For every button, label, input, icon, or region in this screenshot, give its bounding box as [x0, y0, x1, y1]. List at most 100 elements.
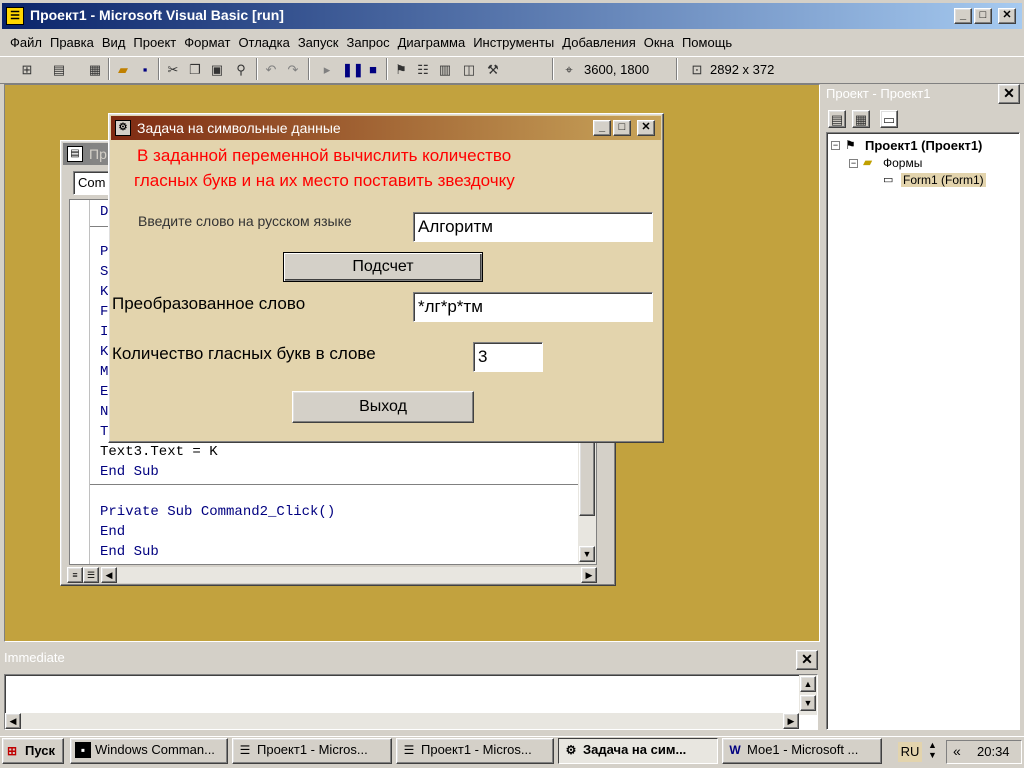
immediate-input[interactable]: ▲ ▼ ◀ ▶ [4, 674, 818, 730]
task-description-line2: гласных букв и на их место поставить зве… [134, 171, 515, 190]
form-minimize-button[interactable]: _ [593, 120, 611, 136]
command-prompt-icon: ▪ [75, 742, 91, 758]
add-project-icon[interactable]: ⊞ [18, 61, 36, 79]
full-module-view-button[interactable]: ☰ [83, 567, 99, 583]
menu-tools[interactable]: Инструменты [469, 33, 558, 53]
scroll-left-arrow[interactable]: ◀ [101, 567, 117, 583]
tree-forms-folder[interactable]: Формы [883, 156, 922, 170]
menu-file[interactable]: Файл [6, 33, 46, 53]
word-input[interactable]: Алгоритм [413, 212, 653, 242]
menu-view[interactable]: Вид [98, 33, 130, 53]
expand-icon[interactable]: − [831, 141, 840, 150]
vowels-count-field[interactable]: 3 [473, 342, 543, 372]
taskbar-item[interactable]: ☰ Проект1 - Micros... [232, 738, 392, 764]
project-explorer-title-bar[interactable]: Проект - Проект1 ✕ [824, 84, 1020, 106]
properties-icon[interactable]: ☷ [414, 61, 432, 79]
immediate-close-button[interactable]: ✕ [796, 650, 818, 670]
code-divider [90, 484, 596, 485]
form-layout-icon[interactable]: ▥ [436, 61, 454, 79]
cut-icon[interactable]: ✂ [164, 61, 182, 79]
scroll-thumb[interactable] [579, 440, 595, 516]
view-code-icon[interactable]: ▤ [828, 110, 846, 128]
scroll-down-arrow[interactable]: ▼ [579, 546, 595, 562]
language-indicator[interactable]: RU [898, 742, 922, 762]
exit-button[interactable]: Выход [292, 391, 474, 423]
menu-help[interactable]: Помощь [678, 33, 736, 53]
menu-debug[interactable]: Отладка [234, 33, 293, 53]
taskbar-item[interactable]: ▪ Windows Comman... [70, 738, 228, 764]
form-title: Задача на символьные данные [137, 120, 341, 136]
find-icon[interactable]: ⚲ [232, 61, 250, 79]
tree-form1-item[interactable]: Form1 (Form1) [901, 173, 986, 187]
language-dropdown-icon[interactable]: ▲ ▼ [928, 740, 937, 760]
word-icon: W [729, 743, 741, 757]
paste-icon[interactable]: ▣ [208, 61, 226, 79]
scroll-down-arrow[interactable]: ▼ [800, 695, 816, 711]
copy-icon[interactable]: ❐ [186, 61, 204, 79]
tree-project-root[interactable]: Проект1 (Проект1) [865, 138, 982, 153]
result-field-value: *лг*р*тм [418, 297, 483, 316]
form-maximize-button[interactable]: □ [613, 120, 631, 136]
taskbar-item-active[interactable]: ⚙ Задача на сим... [558, 738, 718, 764]
menu-edit[interactable]: Правка [46, 33, 98, 53]
size-readout: 2892 x 372 [710, 62, 775, 77]
start-button[interactable]: ⊞ Пуск [2, 738, 64, 764]
vb-project-icon: ☰ [239, 743, 251, 757]
menu-diagram[interactable]: Диаграмма [394, 33, 470, 53]
scroll-right-arrow[interactable]: ▶ [783, 713, 799, 729]
redo-icon[interactable]: ↷ [284, 61, 302, 79]
menu-project[interactable]: Проект [129, 33, 180, 53]
project-tree[interactable]: − ⚑ Проект1 (Проект1) − ▰ Формы ▭ Form1 … [826, 132, 1020, 730]
main-title-bar[interactable]: ☰ Проект1 - Microsoft Visual Basic [run]… [2, 3, 1022, 29]
object-combo-value: Com [78, 175, 106, 190]
open-icon[interactable]: ▰ [114, 61, 132, 79]
object-browser-icon[interactable]: ◫ [460, 61, 478, 79]
code-line: End [100, 524, 126, 540]
position-readout: 3600, 1800 [584, 62, 650, 77]
toggle-folders-icon[interactable]: ▭ [880, 110, 898, 128]
maximize-button[interactable]: □ [974, 8, 992, 24]
immediate-vertical-scrollbar[interactable]: ▲ ▼ [799, 675, 817, 715]
menu-format[interactable]: Формат [180, 33, 234, 53]
project-explorer-icon[interactable]: ⚑ [392, 61, 410, 79]
add-form-icon[interactable]: ▤ [50, 61, 68, 79]
toolbox-icon[interactable]: ⚒ [484, 61, 502, 79]
stop-icon[interactable]: ■ [364, 61, 382, 79]
scroll-right-arrow[interactable]: ▶ [581, 567, 597, 583]
project-explorer-close-button[interactable]: ✕ [998, 84, 1020, 104]
pause-icon[interactable]: ❚❚ [342, 61, 364, 79]
view-object-icon[interactable]: ▦ [852, 110, 870, 128]
count-button[interactable]: Подсчет [283, 252, 483, 282]
menu-window[interactable]: Окна [640, 33, 678, 53]
result-field[interactable]: *лг*р*тм [413, 292, 653, 322]
menu-run[interactable]: Запуск [294, 33, 343, 53]
menu-editor-icon[interactable]: ▦ [86, 61, 104, 79]
immediate-title: Immediate [4, 650, 65, 665]
tray-expand-icon[interactable]: « [953, 743, 961, 759]
project-icon: ⚑ [845, 138, 856, 152]
vowels-count-label: Количество гласных букв в слове [112, 344, 376, 363]
run-icon[interactable]: ▸ [318, 61, 336, 79]
code-horizontal-scrollbar[interactable]: ◀ ▶ [101, 567, 597, 583]
input-label: Введите слово на русском языке [138, 213, 352, 229]
exit-button-label: Выход [359, 398, 407, 415]
menu-query[interactable]: Запрос [343, 33, 394, 53]
save-icon[interactable]: ▪ [136, 61, 154, 79]
taskbar-item[interactable]: W Мое1 - Microsoft ... [722, 738, 882, 764]
expand-icon[interactable]: − [849, 159, 858, 168]
scroll-left-arrow[interactable]: ◀ [5, 713, 21, 729]
undo-icon[interactable]: ↶ [262, 61, 280, 79]
close-button[interactable]: ✕ [998, 8, 1016, 24]
main-window-title: Проект1 - Microsoft Visual Basic [run] [30, 7, 284, 23]
taskbar-item[interactable]: ☰ Проект1 - Micros... [396, 738, 554, 764]
form-close-button[interactable]: ✕ [637, 120, 655, 136]
task-description-line1: В заданной переменной вычислить количест… [137, 146, 512, 165]
form-title-bar[interactable]: ⚙ Задача на символьные данные _ □ ✕ [111, 116, 661, 140]
vowels-count-value: 3 [478, 347, 488, 366]
immediate-horizontal-scrollbar[interactable]: ◀ ▶ [5, 713, 799, 729]
scroll-up-arrow[interactable]: ▲ [800, 676, 816, 692]
minimize-button[interactable]: _ [954, 8, 972, 24]
procedure-view-button[interactable]: ≡ [67, 567, 83, 583]
code-line: End Sub [100, 464, 159, 480]
menu-addins[interactable]: Добавления [558, 33, 639, 53]
